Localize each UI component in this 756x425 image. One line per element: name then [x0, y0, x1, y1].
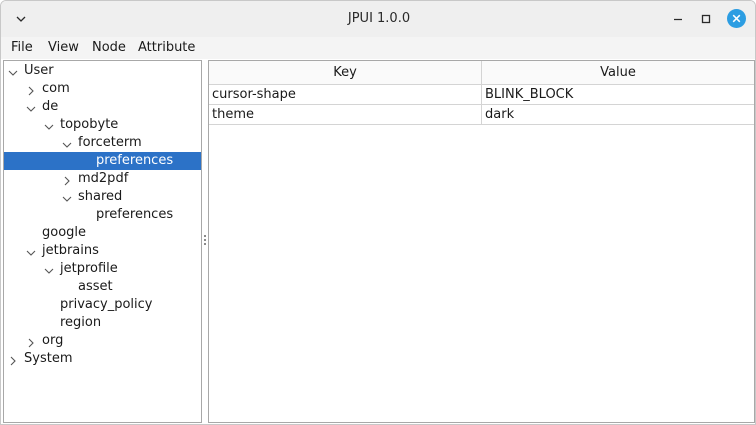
expand-chevron-down-icon[interactable]	[62, 138, 72, 148]
splitter-grip-dot	[204, 239, 206, 241]
menu-file[interactable]: File	[11, 37, 33, 59]
tree-node[interactable]: com	[4, 80, 201, 98]
expand-chevron-down-icon[interactable]	[44, 264, 54, 274]
tree-node-label: google	[42, 225, 87, 240]
tree-node-label: org	[42, 333, 64, 348]
tree-node-label: preferences	[96, 153, 174, 168]
expand-chevron-down-icon[interactable]	[8, 66, 18, 76]
tree-node-label: jetbrains	[42, 243, 99, 258]
cell-value[interactable]: BLINK_BLOCK	[482, 85, 754, 104]
tree-node[interactable]: User	[4, 62, 201, 80]
tree-node[interactable]: org	[4, 332, 201, 350]
table-row[interactable]: cursor-shape BLINK_BLOCK	[209, 85, 754, 105]
menu-node[interactable]: Node	[92, 37, 126, 59]
menu-attribute[interactable]: Attribute	[138, 37, 195, 59]
maximize-icon[interactable]	[696, 9, 716, 29]
cell-value[interactable]: dark	[482, 105, 754, 124]
tree-node-label: com	[42, 81, 70, 96]
tree-node-label: shared	[78, 189, 123, 204]
tree-node-label: User	[24, 63, 54, 78]
title-bar[interactable]: JPUI 1.0.0	[1, 1, 755, 37]
tree-node-label: asset	[78, 279, 113, 294]
tree-node[interactable]: jetprofile	[4, 260, 201, 278]
preferences-tree[interactable]: User com de topobyte forceterm preferences md2…	[3, 60, 202, 423]
tree-node[interactable]: preferences	[4, 206, 201, 224]
tree-node[interactable]: jetbrains	[4, 242, 201, 260]
close-icon[interactable]	[727, 9, 746, 28]
expand-chevron-down-icon[interactable]	[26, 102, 36, 112]
table-header: Key Value	[209, 61, 754, 85]
tree-node[interactable]: asset	[4, 278, 201, 296]
tree-node-label: region	[60, 315, 102, 330]
tree-node[interactable]: shared	[4, 188, 201, 206]
expand-chevron-down-icon[interactable]	[62, 192, 72, 202]
tree-node[interactable]: privacy_policy	[4, 296, 201, 314]
expand-chevron-down-icon[interactable]	[44, 120, 54, 130]
column-header-value[interactable]: Value	[482, 61, 754, 84]
window-title: JPUI 1.0.0	[347, 11, 411, 26]
tree-node[interactable]: google	[4, 224, 201, 242]
collapse-chevron-right-icon[interactable]	[26, 84, 36, 96]
tree-node[interactable]: preferences	[4, 152, 201, 170]
tree-node-label: preferences	[96, 207, 174, 222]
splitter-grip-dot	[204, 235, 206, 237]
tree-node-label: md2pdf	[78, 171, 129, 186]
menu-view[interactable]: View	[48, 37, 79, 59]
app-window: JPUI 1.0.0 File View Node Attribute User…	[0, 0, 756, 425]
collapse-chevron-right-icon[interactable]	[8, 354, 18, 366]
cell-key[interactable]: cursor-shape	[209, 85, 482, 104]
collapse-chevron-right-icon[interactable]	[26, 336, 36, 348]
tree-node[interactable]: md2pdf	[4, 170, 201, 188]
attributes-table[interactable]: Key Value cursor-shape BLINK_BLOCK theme…	[208, 60, 755, 423]
splitter-grip-dot	[204, 243, 206, 245]
menu-bar: File View Node Attribute	[1, 37, 755, 59]
tree-node-label: topobyte	[60, 117, 119, 132]
cell-key[interactable]: theme	[209, 105, 482, 124]
tree-node-label: forceterm	[78, 135, 142, 150]
expand-chevron-down-icon[interactable]	[26, 246, 36, 256]
collapse-chevron-right-icon[interactable]	[62, 174, 72, 186]
tree-node-label: System	[24, 351, 73, 366]
minimize-icon[interactable]	[668, 9, 688, 29]
table-row[interactable]: theme dark	[209, 105, 754, 125]
tree-node-label: jetprofile	[60, 261, 118, 276]
tree-node-label: de	[42, 99, 59, 114]
tree-node[interactable]: topobyte	[4, 116, 201, 134]
tree-node-label: privacy_policy	[60, 297, 153, 312]
tree-node[interactable]: de	[4, 98, 201, 116]
tree-node[interactable]: region	[4, 314, 201, 332]
tree-node[interactable]: forceterm	[4, 134, 201, 152]
tree-node[interactable]: System	[4, 350, 201, 368]
column-header-key[interactable]: Key	[209, 61, 482, 84]
